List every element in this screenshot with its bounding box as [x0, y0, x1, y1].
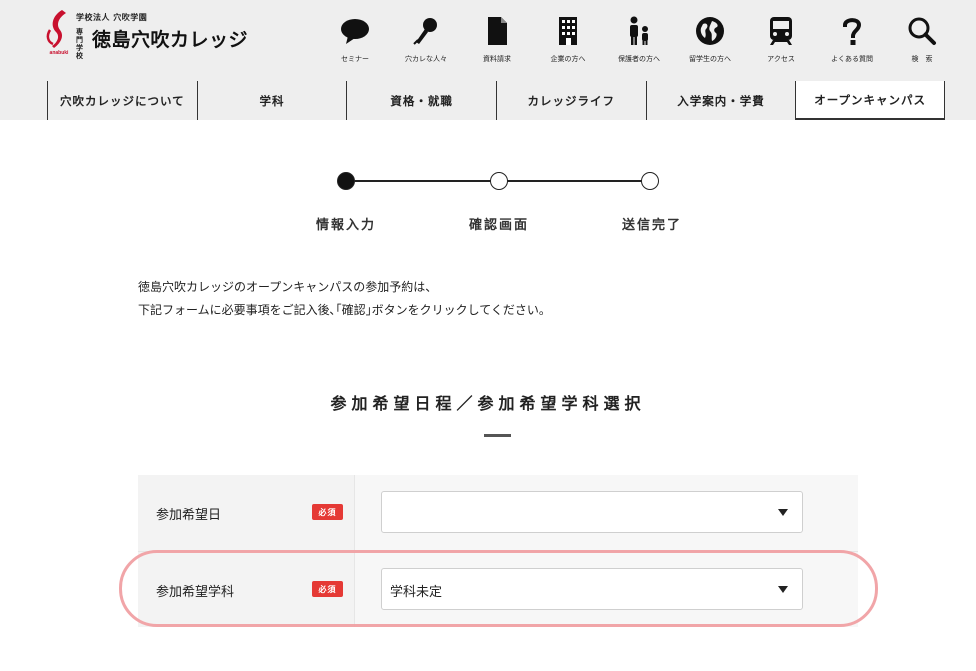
nav-qualifications[interactable]: 資格・就職 — [346, 81, 496, 120]
util-company-link[interactable]: 企業の方へ — [533, 16, 603, 68]
util-search-link[interactable]: 検 索 — [887, 16, 957, 68]
nav-admissions[interactable]: 入学案内・学費 — [645, 81, 796, 120]
parent-child-icon — [630, 16, 648, 45]
step-dot — [641, 172, 659, 190]
nav-college-life[interactable]: カレッジライフ — [495, 81, 646, 120]
util-label: 穴カレな人々 — [405, 55, 447, 63]
date-label: 参加希望日 — [156, 508, 222, 523]
site-header: anabuki 学校法人 穴吹学園 専門学校 徳島穴吹カレッジ セミナー 穴カレ… — [0, 0, 976, 120]
logo-school-type: 専門学校 — [76, 28, 83, 60]
util-brochure-link[interactable]: 資料請求 — [462, 16, 532, 68]
highlight-ring — [119, 550, 878, 627]
global-nav: 穴吹カレッジについて 学科 資格・就職 カレッジライフ 入学案内・学費 オープン… — [47, 81, 945, 120]
intro-line: 徳島穴吹カレッジのオープンキャンパスの参加予約は、 — [138, 280, 438, 294]
required-badge: 必須 — [312, 504, 343, 520]
util-label: 企業の方へ — [550, 55, 586, 63]
nav-open-campus[interactable]: オープンキャンパス — [795, 81, 945, 120]
form-field-cell — [354, 475, 858, 551]
building-icon — [559, 17, 577, 45]
util-faq-link[interactable]: よくある質問 — [817, 16, 887, 68]
caret-down-icon — [778, 509, 788, 516]
form-row-date: 参加希望日 必須 — [138, 475, 858, 551]
intro-line: 下記フォームに必要事項をご記入後､｢確認｣ボタンをクリックしてください。 — [138, 303, 551, 317]
intro-text: 徳島穴吹カレッジのオープンキャンパスの参加予約は、 下記フォームに必要事項をご記… — [138, 276, 551, 322]
util-parents-link[interactable]: 保護者の方へ — [604, 16, 674, 68]
step-label-confirm: 確認画面 — [468, 218, 530, 233]
question-mark-icon — [842, 18, 862, 45]
logo-school-name: 徳島穴吹カレッジ — [92, 29, 249, 51]
school-emblem-icon: anabuki — [46, 10, 70, 56]
util-international-link[interactable]: 留学生の方へ — [675, 16, 745, 68]
util-people-link[interactable]: 穴カレな人々 — [391, 16, 461, 68]
step-label-complete: 送信完了 — [621, 218, 683, 233]
step-label-input: 情報入力 — [315, 218, 377, 233]
section-title-underline — [484, 434, 511, 437]
section-title: 参加希望日程／参加希望学科選択 — [330, 394, 646, 413]
logo-mark-text: anabuki — [50, 50, 70, 56]
form-label-cell: 参加希望日 必須 — [138, 475, 354, 551]
globe-icon — [696, 17, 724, 45]
train-icon — [770, 17, 792, 45]
step-dot — [490, 172, 508, 190]
step-dot-current — [337, 172, 355, 190]
document-icon — [488, 17, 507, 45]
site-logo[interactable]: anabuki 学校法人 穴吹学園 専門学校 徳島穴吹カレッジ — [44, 8, 248, 60]
util-label: 留学生の方へ — [689, 55, 731, 63]
util-label: 資料請求 — [483, 55, 511, 63]
nav-about[interactable]: 穴吹カレッジについて — [47, 81, 197, 120]
nav-departments[interactable]: 学科 — [196, 81, 347, 120]
speech-bubble-icon — [341, 19, 369, 44]
progress-steps: 情報入力 確認画面 送信完了 — [300, 164, 720, 234]
util-label: 保護者の方へ — [618, 55, 660, 63]
util-seminar-link[interactable]: セミナー — [320, 16, 390, 68]
util-label: よくある質問 — [831, 55, 873, 63]
util-label: 検 索 — [911, 55, 933, 63]
util-label: アクセス — [767, 55, 795, 63]
util-access-link[interactable]: アクセス — [746, 16, 816, 68]
util-label: セミナー — [341, 55, 369, 63]
date-select[interactable] — [381, 491, 803, 533]
search-icon — [908, 17, 936, 45]
logo-corp-line: 学校法人 穴吹学園 — [76, 13, 148, 22]
microphone-icon — [413, 18, 437, 45]
